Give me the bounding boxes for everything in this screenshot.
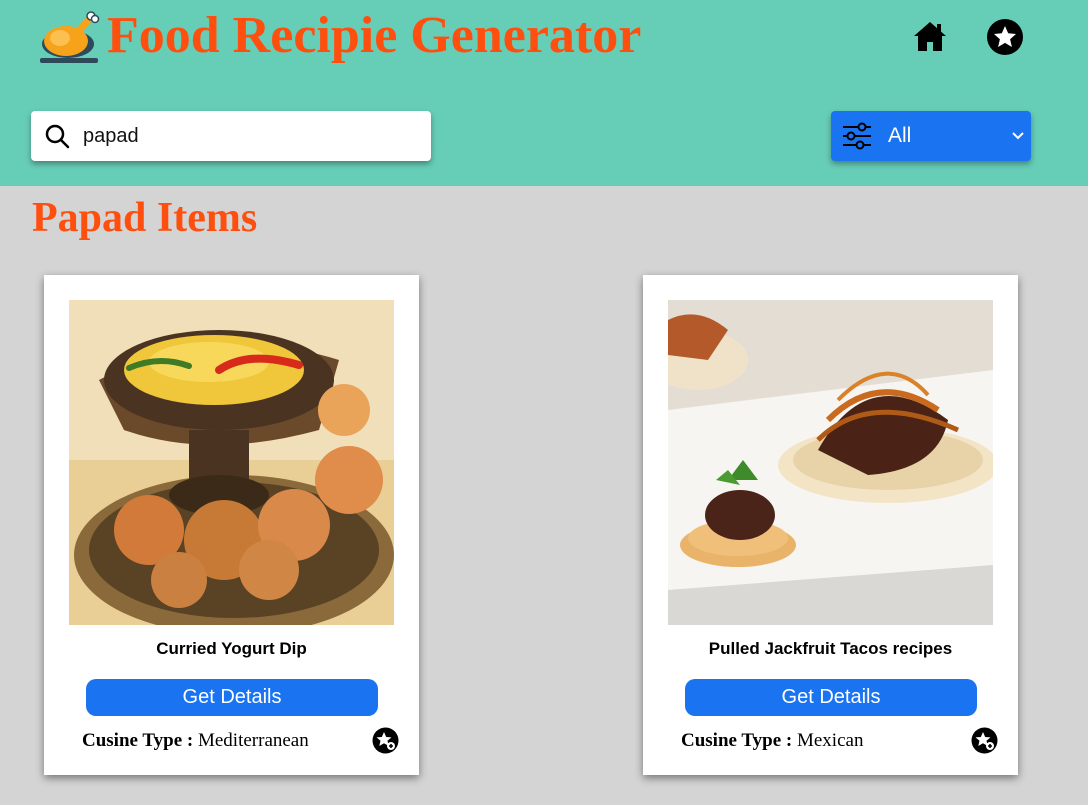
star-circle-icon[interactable] bbox=[986, 18, 1024, 56]
cuisine-type-value: Mediterranean bbox=[197, 730, 309, 751]
recipe-card: Pulled Jackfruit Tacos recipes Get Detai… bbox=[643, 275, 1018, 775]
add-favorite-icon[interactable] bbox=[971, 727, 998, 754]
roast-chicken-icon bbox=[40, 11, 100, 63]
cuisine-type-label: Cusine Type : bbox=[681, 730, 793, 751]
filter-selected-value: All bbox=[888, 124, 912, 147]
cuisine-type: Cusine Type : Mexican bbox=[681, 729, 863, 753]
sliders-icon bbox=[843, 122, 871, 150]
section-title: Papad Items bbox=[32, 195, 258, 241]
header-bar: Food Recipie Generator All bbox=[0, 0, 1088, 186]
chevron-down-icon bbox=[1012, 132, 1024, 140]
recipe-title: Pulled Jackfruit Tacos recipes bbox=[708, 639, 953, 658]
cuisine-filter-select[interactable]: All bbox=[831, 111, 1031, 161]
get-details-button[interactable]: Get Details bbox=[685, 679, 977, 716]
recipe-card: Curried Yogurt Dip Get Details Cusine Ty… bbox=[44, 275, 419, 775]
add-favorite-icon[interactable] bbox=[372, 727, 399, 754]
cuisine-type-value: Mexican bbox=[796, 730, 864, 751]
recipe-image bbox=[668, 300, 993, 625]
home-icon[interactable] bbox=[911, 18, 949, 56]
search-icon bbox=[45, 124, 70, 149]
get-details-button[interactable]: Get Details bbox=[86, 679, 378, 716]
search-input[interactable] bbox=[83, 119, 413, 153]
recipe-title: Curried Yogurt Dip bbox=[156, 639, 307, 658]
recipe-image bbox=[69, 300, 394, 625]
cuisine-type-label: Cusine Type : bbox=[82, 730, 194, 751]
search-bar bbox=[31, 111, 431, 161]
cuisine-type: Cusine Type : Mediterranean bbox=[82, 729, 309, 753]
app-title: Food Recipie Generator bbox=[107, 7, 642, 64]
